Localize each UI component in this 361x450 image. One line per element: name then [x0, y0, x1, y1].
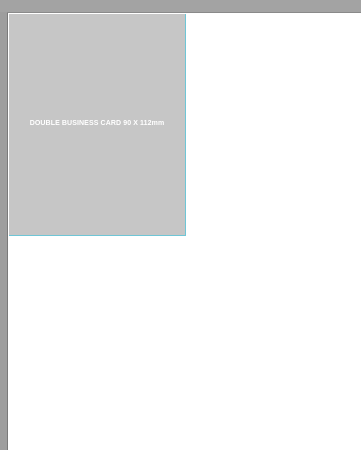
left-pasteboard-strip — [0, 12, 7, 450]
page-top-edge — [7, 12, 361, 13]
business-card-placeholder[interactable]: DOUBLE BUSINESS CARD 90 X 112mm — [9, 14, 186, 236]
top-pasteboard-strip — [0, 0, 361, 12]
card-size-label: DOUBLE BUSINESS CARD 90 X 112mm — [29, 120, 165, 127]
design-workspace: DOUBLE BUSINESS CARD 90 X 112mm — [0, 0, 361, 450]
